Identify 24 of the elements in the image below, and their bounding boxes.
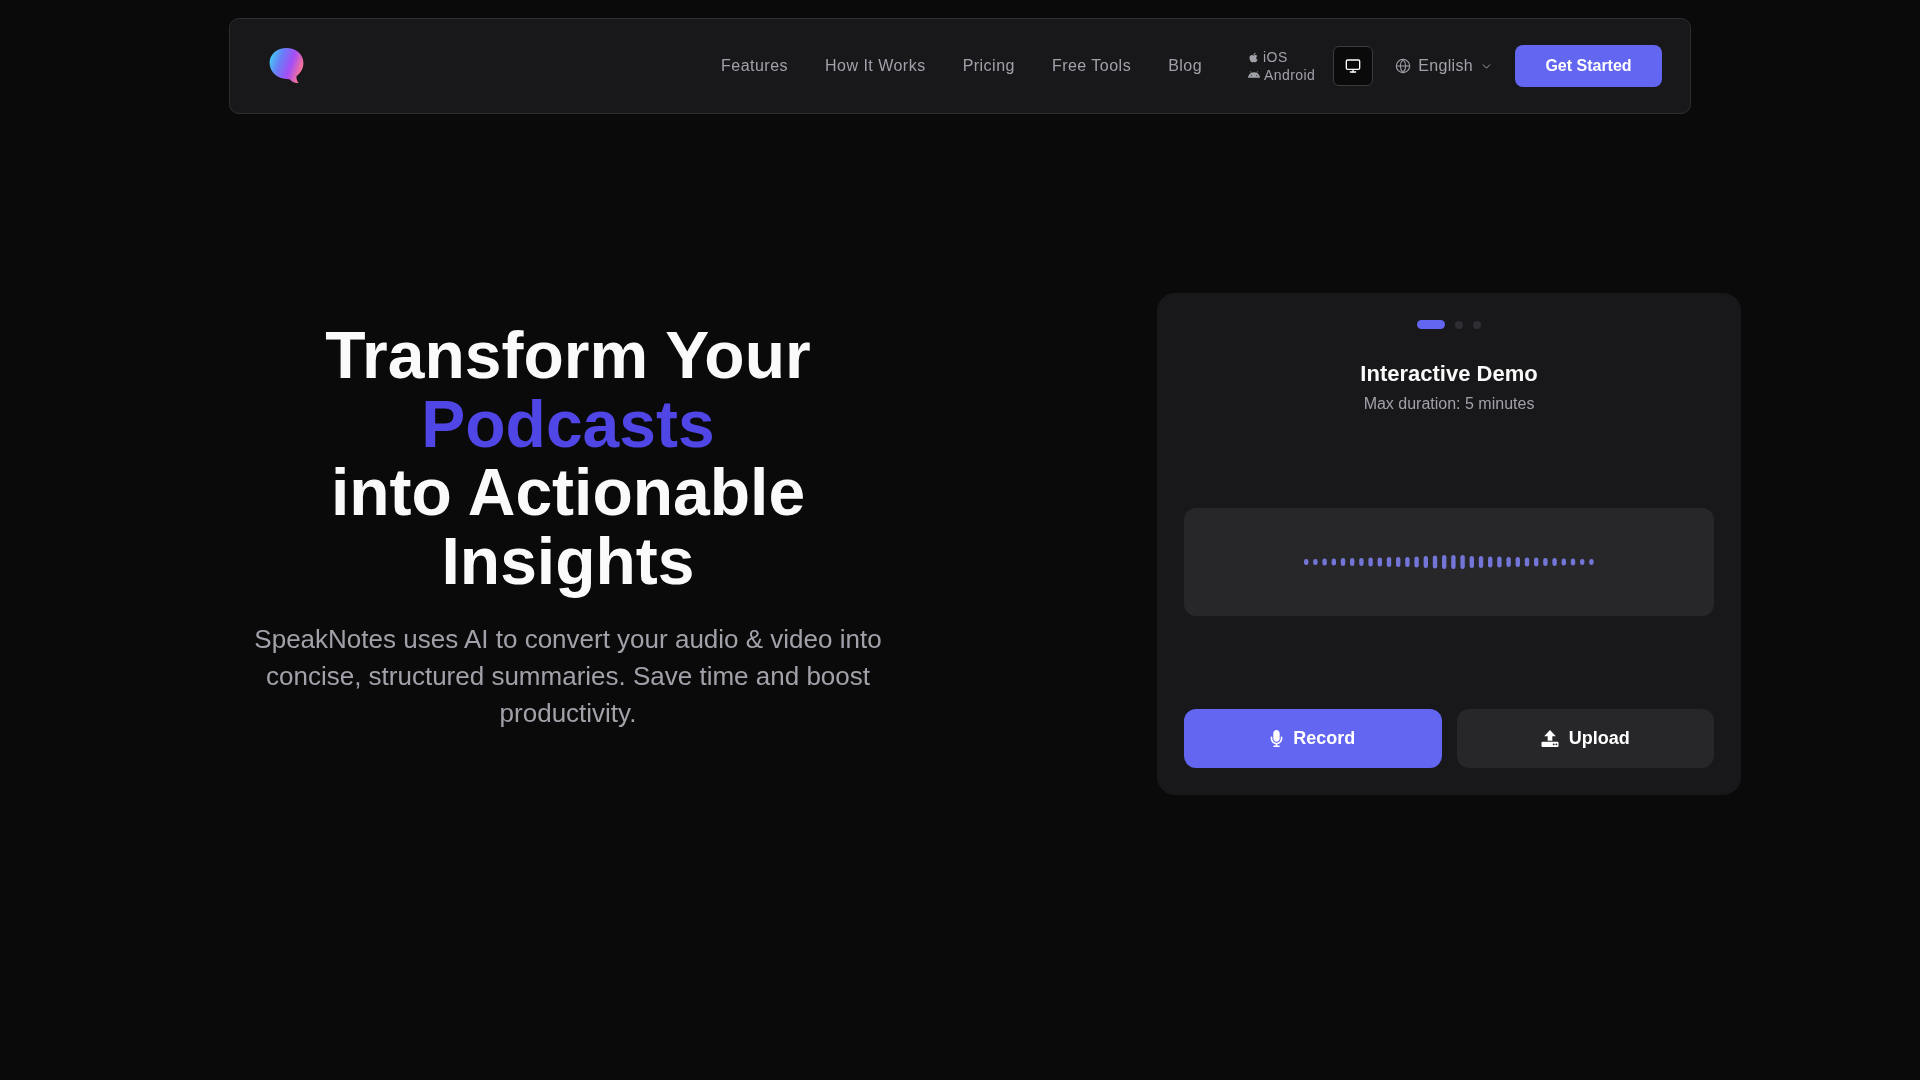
demo-subtitle: Max duration: 5 minutes xyxy=(1363,394,1535,414)
microphone-icon xyxy=(1270,730,1284,747)
record-button[interactable]: Record xyxy=(1184,709,1442,768)
robot-icon xyxy=(1248,69,1261,81)
globe-icon xyxy=(1395,58,1412,74)
platform-link[interactable]: Android xyxy=(1248,67,1316,83)
monitor-icon xyxy=(1345,58,1362,74)
upload-button[interactable]: Upload xyxy=(1456,709,1714,768)
nav-link[interactable]: Blog xyxy=(1168,54,1203,78)
nav-link[interactable]: How It Works xyxy=(825,54,926,78)
nav-link[interactable]: Free Tools xyxy=(1051,54,1132,78)
language-selector[interactable]: English xyxy=(1395,54,1493,78)
upload-icon xyxy=(1540,730,1559,747)
apple-icon xyxy=(1248,51,1260,63)
slide-indicator[interactable] xyxy=(1417,320,1445,329)
hero-headline: Transform Your Podcasts into Actionable Insights xyxy=(325,321,811,596)
hero-description: SpeakNotes uses AI to convert your audio & video into concise, structured summaries. Save time and boost productivity. xyxy=(253,623,883,731)
nav-link[interactable]: Pricing xyxy=(962,54,1015,78)
get-started-button[interactable]: Get Started xyxy=(1515,45,1662,87)
display-toggle-button[interactable] xyxy=(1333,46,1374,86)
speech-bubble-logo-icon xyxy=(268,48,305,84)
nav-link[interactable]: Features xyxy=(721,54,789,78)
demo-title: Interactive Demo xyxy=(1360,360,1538,388)
platform-link[interactable]: iOS xyxy=(1248,49,1316,65)
